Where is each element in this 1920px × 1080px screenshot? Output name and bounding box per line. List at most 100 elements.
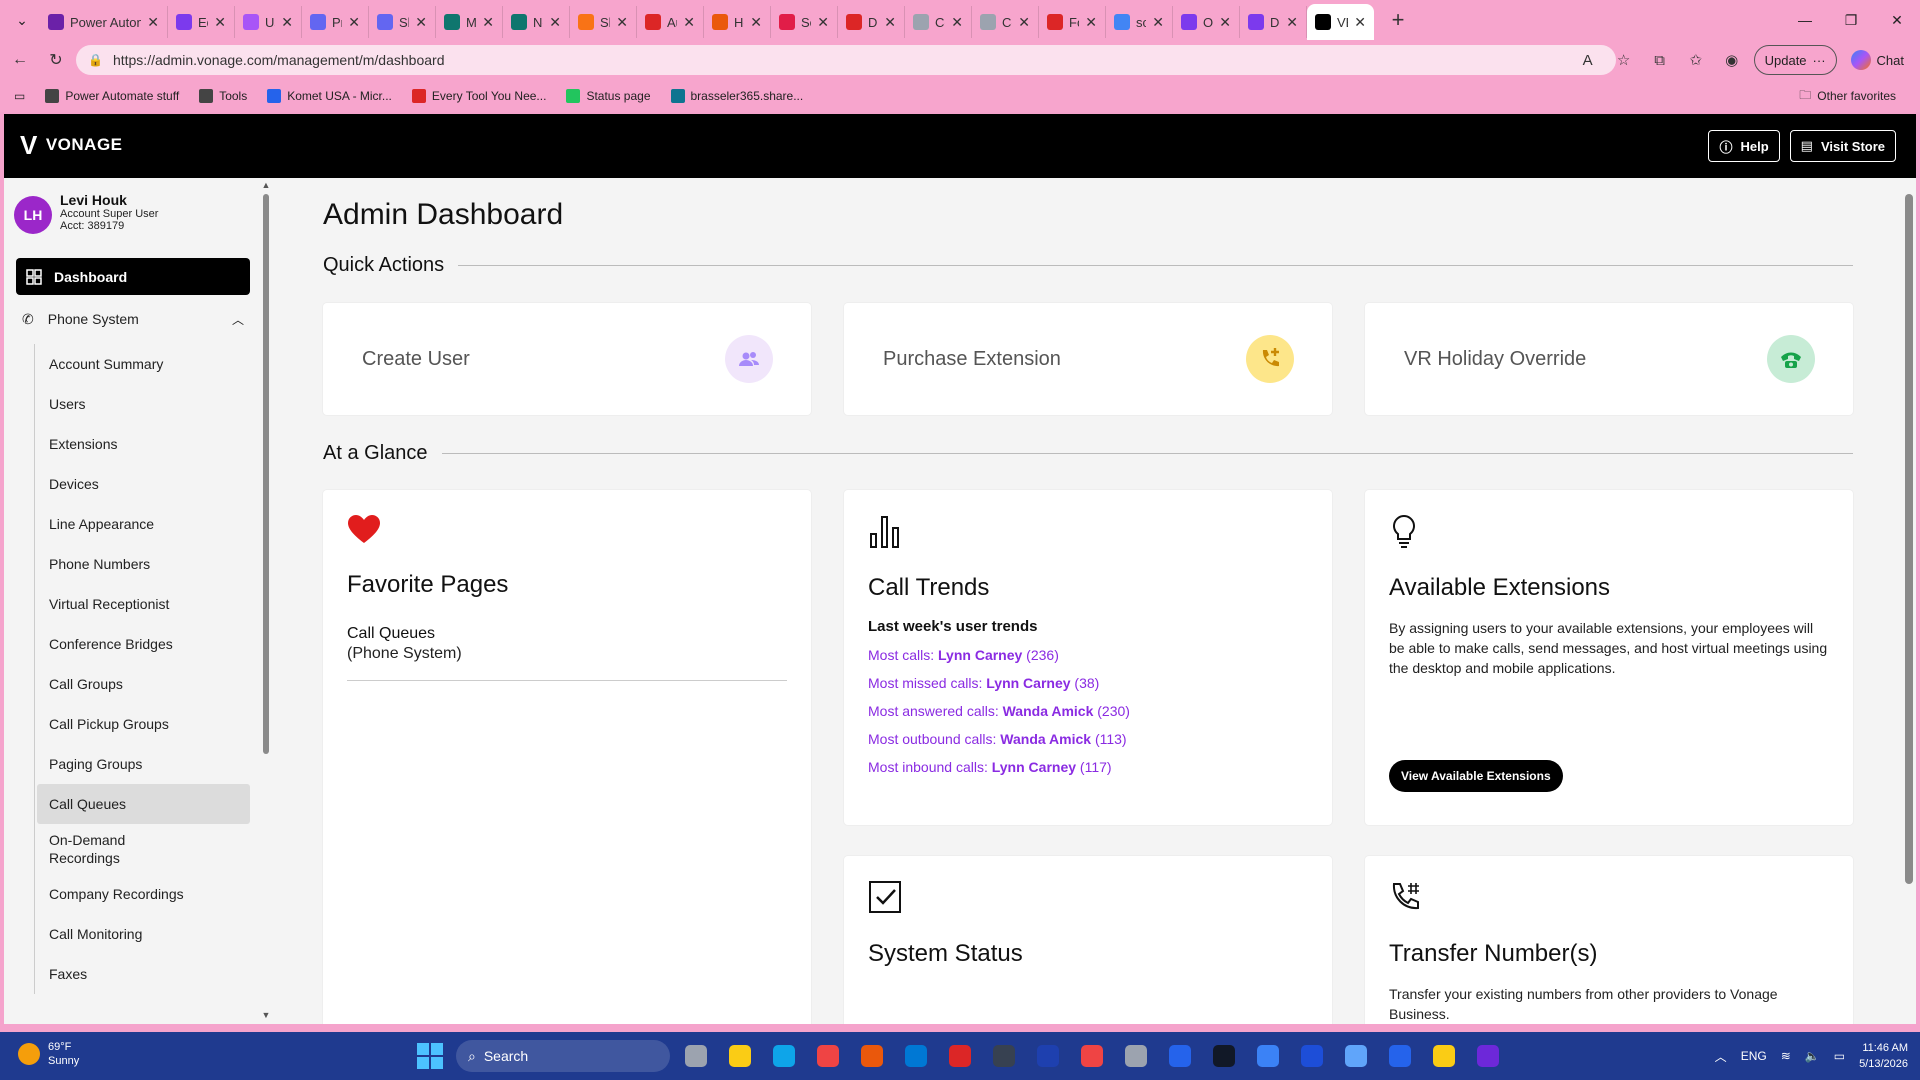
bookmark-item[interactable]: Tools bbox=[189, 89, 257, 103]
sidebar-item-call-monitoring[interactable]: Call Monitoring bbox=[37, 914, 250, 954]
taskbar-app-icon[interactable] bbox=[1030, 1038, 1066, 1074]
taskbar-app-icon[interactable] bbox=[986, 1038, 1022, 1074]
favorite-star-icon[interactable]: ☆ bbox=[1610, 46, 1638, 74]
tab-active[interactable]: VBC A ✕ bbox=[1307, 4, 1374, 40]
battery-icon[interactable]: ▭ bbox=[1834, 1049, 1845, 1063]
other-favorites[interactable]: 🗀 Other favorites bbox=[1789, 80, 1906, 112]
close-tab-icon[interactable]: ✕ bbox=[147, 14, 159, 31]
taskbar-app-icon[interactable] bbox=[1206, 1038, 1242, 1074]
bookmark-item[interactable]: Power Automate stuff bbox=[35, 89, 189, 103]
browser-tab[interactable]: Shar ✕ bbox=[369, 6, 436, 38]
taskbar-app-icon[interactable] bbox=[1294, 1038, 1330, 1074]
tab-actions-menu[interactable]: ⌄ bbox=[4, 6, 40, 34]
visit-store-button[interactable]: ▤ Visit Store bbox=[1789, 130, 1896, 162]
close-tab-icon[interactable]: ✕ bbox=[750, 14, 762, 31]
create-user-card[interactable]: Create User bbox=[323, 303, 811, 415]
copilot-chat-button[interactable]: Chat bbox=[1845, 50, 1910, 70]
trend-user-link[interactable]: Lynn Carney bbox=[938, 647, 1022, 663]
close-window-button[interactable]: ✕ bbox=[1874, 0, 1920, 40]
browser-tab[interactable]: Edit ✕ bbox=[168, 6, 235, 38]
tab-list-icon[interactable]: ▭ bbox=[0, 89, 35, 103]
vr-holiday-override-card[interactable]: VR Holiday Override bbox=[1365, 303, 1853, 415]
close-tab-icon[interactable]: ✕ bbox=[1354, 14, 1366, 31]
taskbar-app-icon[interactable] bbox=[1382, 1038, 1418, 1074]
taskbar-app-icon[interactable] bbox=[722, 1038, 758, 1074]
call-trend-row[interactable]: Most answered calls: Wanda Amick (230) bbox=[868, 703, 1130, 719]
scroll-up-arrow[interactable]: ▲ bbox=[261, 180, 271, 190]
browser-tab[interactable]: Power Automate stuff ✕ bbox=[40, 6, 168, 38]
bookmark-item[interactable]: Every Tool You Nee... bbox=[402, 89, 557, 103]
taskbar-app-icon[interactable] bbox=[1118, 1038, 1154, 1074]
browser-tab[interactable]: Micro ✕ bbox=[436, 6, 503, 38]
taskbar-search[interactable]: ⌕ Search bbox=[456, 1040, 670, 1072]
sidebar-item-phone-numbers[interactable]: Phone Numbers bbox=[37, 544, 250, 584]
bookmark-item[interactable]: Status page bbox=[556, 89, 660, 103]
back-button[interactable]: ← bbox=[2, 44, 38, 76]
browser-tab[interactable]: Cont ✕ bbox=[905, 6, 972, 38]
page-scroll-thumb[interactable] bbox=[1905, 194, 1913, 884]
page-scrollbar[interactable] bbox=[1902, 178, 1916, 1024]
extensions-icon[interactable]: ⧉ bbox=[1646, 46, 1674, 74]
favorite-link-call-queues[interactable]: Call Queues (Phone System) bbox=[347, 624, 462, 664]
sidebar-item-company-recordings[interactable]: Company Recordings bbox=[37, 874, 250, 914]
taskbar-app-icon[interactable] bbox=[1162, 1038, 1198, 1074]
sidebar-scroll-thumb[interactable] bbox=[263, 194, 269, 754]
close-tab-icon[interactable]: ✕ bbox=[549, 14, 561, 31]
taskbar-app-icon[interactable] bbox=[1470, 1038, 1506, 1074]
close-tab-icon[interactable]: ✕ bbox=[214, 14, 226, 31]
bookmark-item[interactable]: brasseler365.share... bbox=[661, 89, 814, 103]
browser-tab[interactable]: Hou ✕ bbox=[704, 6, 771, 38]
refresh-button[interactable]: ↻ bbox=[38, 44, 74, 76]
sidebar-item-on-demand-recordings[interactable]: On-Demand Recordings bbox=[37, 824, 137, 874]
new-tab-button[interactable]: + bbox=[1380, 4, 1416, 36]
maximize-button[interactable]: ❐ bbox=[1828, 0, 1874, 40]
taskbar-app-icon[interactable] bbox=[898, 1038, 934, 1074]
sidebar-item-call-pickup-groups[interactable]: Call Pickup Groups bbox=[37, 704, 250, 744]
browser-tab[interactable]: User ✕ bbox=[235, 6, 302, 38]
call-trend-row[interactable]: Most outbound calls: Wanda Amick (113) bbox=[868, 731, 1127, 747]
profile-icon[interactable]: ◉ bbox=[1718, 46, 1746, 74]
update-button[interactable]: Update ··· bbox=[1753, 45, 1837, 75]
close-tab-icon[interactable]: ✕ bbox=[817, 14, 829, 31]
minimize-button[interactable]: — bbox=[1782, 0, 1828, 40]
browser-tab[interactable]: Onbo ✕ bbox=[1173, 6, 1240, 38]
call-trend-row[interactable]: Most inbound calls: Lynn Carney (117) bbox=[868, 759, 1112, 775]
favorites-icon[interactable]: ✩ bbox=[1682, 46, 1710, 74]
taskbar-app-icon[interactable] bbox=[1426, 1038, 1462, 1074]
scroll-down-arrow[interactable]: ▼ bbox=[261, 1010, 271, 1020]
taskbar-app-icon[interactable] bbox=[1250, 1038, 1286, 1074]
taskbar-app-icon[interactable] bbox=[810, 1038, 846, 1074]
volume-icon[interactable]: 🔈 bbox=[1805, 1049, 1820, 1063]
browser-tab[interactable]: Auto ✕ bbox=[637, 6, 704, 38]
call-trend-row[interactable]: Most calls: Lynn Carney (236) bbox=[868, 647, 1059, 663]
close-tab-icon[interactable]: ✕ bbox=[348, 14, 360, 31]
sidebar-item-phone-system[interactable]: ✆ Phone System ︿ bbox=[22, 300, 244, 338]
sidebar-item-devices[interactable]: Devices bbox=[37, 464, 250, 504]
close-tab-icon[interactable]: ✕ bbox=[1286, 14, 1298, 31]
browser-tab[interactable]: Serv ✕ bbox=[771, 6, 838, 38]
browser-tab[interactable]: Desk ✕ bbox=[1240, 6, 1307, 38]
trend-user-link[interactable]: Lynn Carney bbox=[986, 675, 1070, 691]
chevron-up-icon[interactable]: ︿ bbox=[232, 311, 244, 328]
browser-tab[interactable]: DM- ✕ bbox=[838, 6, 905, 38]
avatar[interactable]: LH bbox=[14, 196, 52, 234]
sidebar-item-call-queues[interactable]: Call Queues bbox=[37, 784, 250, 824]
taskbar-app-icon[interactable] bbox=[854, 1038, 890, 1074]
taskbar-app-icon[interactable] bbox=[1074, 1038, 1110, 1074]
taskbar-app-icon[interactable] bbox=[678, 1038, 714, 1074]
taskbar-app-icon[interactable] bbox=[942, 1038, 978, 1074]
taskbar-app-icon[interactable] bbox=[1338, 1038, 1374, 1074]
chevron-up-icon[interactable]: ︿ bbox=[1715, 1048, 1727, 1065]
call-trend-row[interactable]: Most missed calls: Lynn Carney (38) bbox=[868, 675, 1099, 691]
sidebar-item-account-summary[interactable]: Account Summary bbox=[37, 344, 250, 384]
trend-user-link[interactable]: Lynn Carney bbox=[992, 759, 1076, 775]
close-tab-icon[interactable]: ✕ bbox=[482, 14, 494, 31]
sidebar-item-dashboard[interactable]: Dashboard bbox=[16, 258, 250, 295]
purchase-extension-card[interactable]: Purchase Extension bbox=[844, 303, 1332, 415]
close-tab-icon[interactable]: ✕ bbox=[1085, 14, 1097, 31]
close-tab-icon[interactable]: ✕ bbox=[281, 14, 293, 31]
browser-tab[interactable]: scrib ✕ bbox=[1106, 6, 1173, 38]
taskbar-app-icon[interactable] bbox=[766, 1038, 802, 1074]
trend-user-link[interactable]: Wanda Amick bbox=[1000, 731, 1091, 747]
close-tab-icon[interactable]: ✕ bbox=[884, 14, 896, 31]
